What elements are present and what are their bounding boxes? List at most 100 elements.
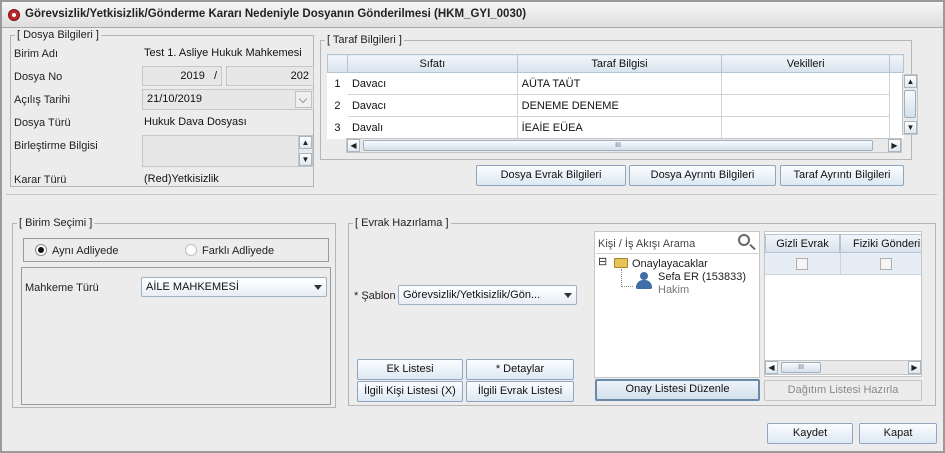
- date-picker-button[interactable]: [295, 91, 312, 108]
- chevron-down-icon: [564, 293, 572, 298]
- chevron-down-icon: [298, 94, 308, 104]
- onay-listesi-duzenle-button[interactable]: Onay Listesi Düzenle: [595, 379, 760, 401]
- farkli-adliyede-radio[interactable]: [185, 244, 197, 256]
- table-row[interactable]: 2 Davacı DENEME DENEME: [327, 94, 904, 117]
- ayni-adliyede-label[interactable]: Aynı Adliyede: [52, 245, 118, 257]
- user-icon: [636, 272, 652, 290]
- ilgili-evrak-listesi-label: İlgili Evrak Listesi: [477, 385, 563, 397]
- row-number-header: [327, 54, 348, 73]
- scroll-up-button[interactable]: ▲: [299, 136, 312, 149]
- cell-sifat[interactable]: Davacı: [346, 94, 518, 117]
- cell-taraf-bilgisi[interactable]: İEAİE EÜEA: [516, 116, 723, 139]
- cell-taraf-bilgisi[interactable]: DENEME DENEME: [516, 94, 723, 117]
- fiziki-gonderi-checkbox[interactable]: [880, 258, 892, 270]
- ek-listesi-button[interactable]: Ek Listesi: [357, 359, 463, 380]
- app-logo-icon: [8, 9, 20, 21]
- birim-adi-label: Birim Adı: [14, 48, 59, 60]
- tree-connector: [621, 286, 633, 287]
- cell-vekilleri[interactable]: [721, 94, 890, 117]
- scroll-thumb-grip: III: [798, 364, 804, 371]
- folder-icon: [614, 258, 628, 268]
- onay-listesi-duzenle-label: Onay Listesi Düzenle: [625, 383, 730, 395]
- table-row[interactable]: [765, 253, 921, 275]
- column-header-taraf-bilgisi[interactable]: Taraf Bilgisi: [516, 54, 723, 73]
- birlestirme-label: Birleştirme Bilgisi: [14, 140, 98, 152]
- cell-sifat[interactable]: Davacı: [346, 72, 518, 95]
- dosya-no-separator: /: [213, 70, 217, 82]
- title-bar: Görevsizlik/Yetkisizlik/Gönderme Kararı …: [2, 2, 943, 28]
- cell-vekilleri[interactable]: [721, 72, 890, 95]
- scroll-gutter-header: [889, 54, 904, 73]
- dagitim-listesi-hazirla-button[interactable]: Dağıtım Listesi Hazırla: [764, 380, 922, 401]
- column-header-sifat[interactable]: Sıfatı: [346, 54, 518, 73]
- table-row[interactable]: 3 Davalı İEAİE EÜEA: [327, 116, 904, 139]
- taraf-table-header: Sıfatı Taraf Bilgisi Vekilleri: [327, 54, 904, 73]
- tree-collapse-icon[interactable]: ⊟: [598, 256, 607, 268]
- scroll-left-button[interactable]: ◀: [765, 361, 778, 374]
- gizli-evrak-checkbox[interactable]: [796, 258, 808, 270]
- mahkeme-turu-select[interactable]: AİLE MAHKEMESİ: [141, 277, 327, 297]
- ilgili-kisi-listesi-button[interactable]: İlgili Kişi Listesi (X): [357, 381, 463, 402]
- sablon-value: Görevsizlik/Yetkisizlik/Gön...: [403, 289, 541, 301]
- search-icon[interactable]: [738, 234, 756, 251]
- ek-listesi-label: Ek Listesi: [386, 363, 434, 375]
- ilgili-evrak-listesi-button[interactable]: İlgili Evrak Listesi: [466, 381, 574, 402]
- dosya-no-year: 2019 /: [142, 66, 222, 86]
- column-header-fiziki-gonderi[interactable]: Fiziki Gönderi: [840, 234, 921, 253]
- birim-secimi-legend: [ Birim Seçimi ]: [17, 217, 95, 229]
- taraf-table: Sıfatı Taraf Bilgisi Vekilleri 1 Davacı …: [327, 54, 904, 139]
- row-number: 1: [327, 72, 348, 95]
- taraf-vertical-scrollbar[interactable]: ▲ ▼: [902, 74, 918, 135]
- cell-taraf-bilgisi[interactable]: AÜTA TAÜT: [516, 72, 723, 95]
- taraf-ayrinti-bilgileri-button[interactable]: Taraf Ayrıntı Bilgileri: [780, 165, 904, 186]
- mahkeme-turu-label: Mahkeme Türü: [25, 282, 99, 294]
- dosya-turu-value: Hukuk Dava Dosyası: [144, 116, 247, 128]
- scroll-thumb-grip: III: [615, 142, 621, 149]
- detaylar-label: * Detaylar: [495, 363, 545, 375]
- dosya-ayrinti-bilgileri-button[interactable]: Dosya Ayrıntı Bilgileri: [629, 165, 776, 186]
- tree-person-role: Hakim: [658, 284, 690, 296]
- acilis-tarihi-field: 21/10/2019: [142, 89, 314, 110]
- cell-vekilleri[interactable]: [721, 116, 890, 139]
- column-header-vekilleri[interactable]: Vekilleri: [721, 54, 890, 73]
- kisi-arama-input[interactable]: Kişi / İş Akışı Arama: [598, 238, 695, 250]
- ayni-adliyede-radio[interactable]: [35, 244, 47, 256]
- dosya-ayrinti-bilgileri-label: Dosya Ayrıntı Bilgileri: [650, 169, 755, 181]
- gonderi-horizontal-scrollbar[interactable]: ◀ III ▶: [764, 360, 922, 375]
- dosya-evrak-bilgileri-button[interactable]: Dosya Evrak Bilgileri: [476, 165, 626, 186]
- dosya-no-label: Dosya No: [14, 71, 63, 83]
- row-number: 2: [327, 94, 348, 117]
- dosya-bilgileri-legend: [ Dosya Bilgileri ]: [15, 29, 101, 41]
- onaylayacaklar-node[interactable]: Onaylayacaklar: [632, 258, 708, 270]
- table-row[interactable]: 1 Davacı AÜTA TAÜT: [327, 72, 904, 95]
- birlestirme-scrollbar[interactable]: ▲ ▼: [298, 135, 313, 167]
- mahkeme-turu-value: AİLE MAHKEMESİ: [146, 281, 239, 293]
- taraf-ayrinti-bilgileri-label: Taraf Ayrıntı Bilgileri: [793, 169, 891, 181]
- birlestirme-textarea[interactable]: [142, 135, 300, 167]
- sablon-label: * Şablon: [354, 290, 396, 302]
- kapat-label: Kapat: [883, 427, 913, 439]
- dosya-turu-label: Dosya Türü: [14, 117, 71, 129]
- kaydet-button[interactable]: Kaydet: [767, 423, 853, 444]
- sablon-select[interactable]: Görevsizlik/Yetkisizlik/Gön...: [398, 285, 577, 305]
- kapat-button[interactable]: Kapat: [859, 423, 937, 444]
- scroll-down-button[interactable]: ▼: [904, 121, 917, 134]
- birim-adi-value: Test 1. Asliye Hukuk Mahkemesi: [144, 47, 302, 59]
- tree-person-name[interactable]: Sefa ER (153833): [658, 271, 746, 283]
- scroll-left-button[interactable]: ◀: [347, 139, 360, 152]
- scroll-right-button[interactable]: ▶: [908, 361, 921, 374]
- scroll-down-button[interactable]: ▼: [299, 153, 312, 166]
- column-header-gizli-evrak[interactable]: Gizli Evrak: [765, 234, 840, 253]
- taraf-horizontal-scrollbar[interactable]: ◀ III ▶: [346, 138, 902, 153]
- cell-sifat[interactable]: Davalı: [346, 116, 518, 139]
- scroll-right-button[interactable]: ▶: [888, 139, 901, 152]
- scroll-thumb[interactable]: III: [363, 140, 873, 151]
- kaydet-label: Kaydet: [792, 427, 828, 439]
- farkli-adliyede-label[interactable]: Farklı Adliyede: [202, 245, 274, 257]
- scroll-thumb[interactable]: [904, 90, 916, 118]
- detaylar-button[interactable]: * Detaylar: [466, 359, 574, 380]
- tree-connector: [621, 269, 622, 287]
- scroll-up-button[interactable]: ▲: [904, 75, 917, 88]
- scroll-thumb[interactable]: III: [781, 362, 821, 373]
- ilgili-kisi-listesi-label: İlgili Kişi Listesi (X): [364, 385, 456, 397]
